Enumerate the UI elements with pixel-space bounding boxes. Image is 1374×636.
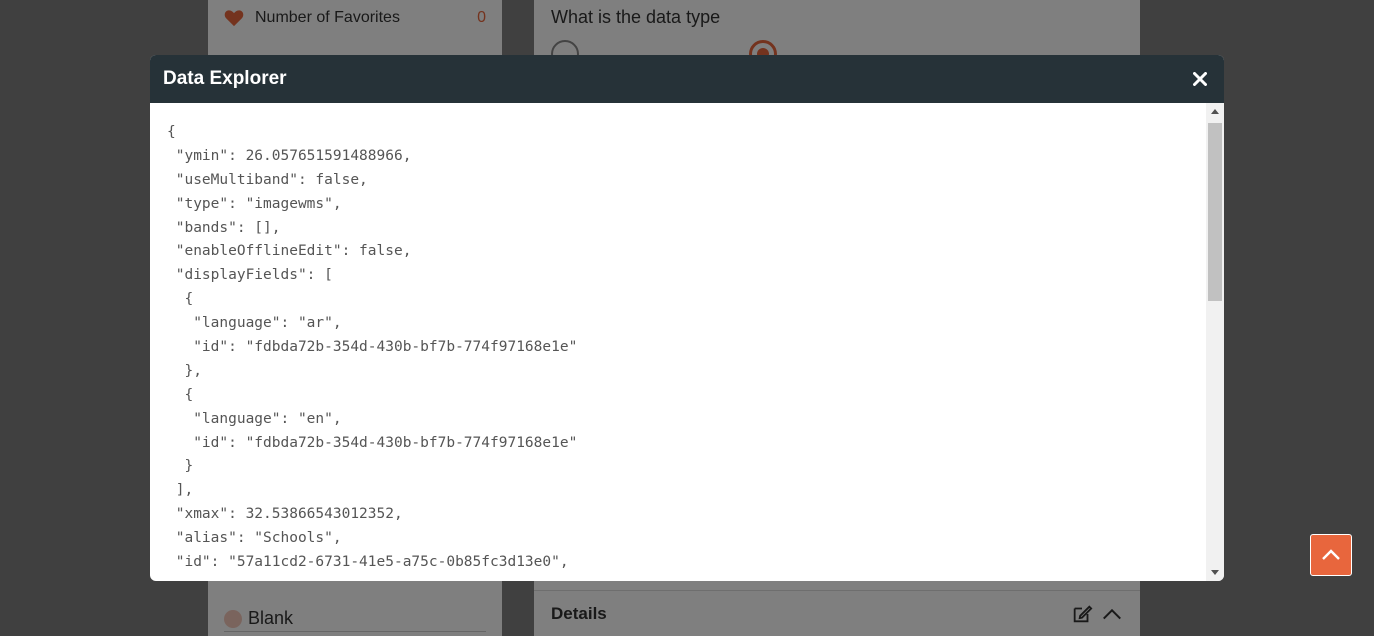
json-line: "enableOfflineEdit": false, bbox=[167, 243, 412, 260]
json-line: "id": "fdbda72b-354d-430b-bf7b-774f97168… bbox=[167, 434, 578, 451]
data-explorer-modal: Data Explorer { "ymin": 26.0576515914889… bbox=[150, 55, 1224, 581]
json-line: { bbox=[167, 386, 194, 403]
json-line: } bbox=[167, 458, 194, 475]
modal-header: Data Explorer bbox=[150, 55, 1224, 103]
chevron-up-icon bbox=[1322, 549, 1340, 560]
json-line: "useMultiband": false, bbox=[167, 171, 368, 188]
close-icon bbox=[1193, 72, 1207, 86]
json-line: }, bbox=[167, 362, 202, 379]
json-line: { bbox=[167, 124, 176, 140]
json-viewer[interactable]: { "ymin": 26.057651591488966, "useMultib… bbox=[150, 103, 1206, 581]
close-button[interactable] bbox=[1190, 69, 1210, 89]
json-line: "alias": "Schools", bbox=[167, 530, 342, 547]
json-line: "ymin": 26.057651591488966, bbox=[167, 147, 412, 164]
json-line: "id": "fdbda72b-354d-430b-bf7b-774f97168… bbox=[167, 339, 578, 356]
scroll-down-arrow-icon[interactable] bbox=[1206, 564, 1224, 581]
json-line: "type": "imagewms", bbox=[167, 195, 342, 212]
modal-body: { "ymin": 26.057651591488966, "useMultib… bbox=[150, 103, 1224, 581]
json-line: { bbox=[167, 291, 194, 308]
json-line: "displayFields": [ bbox=[167, 267, 333, 284]
scroll-thumb[interactable] bbox=[1208, 123, 1222, 301]
back-to-top-button[interactable] bbox=[1310, 534, 1352, 576]
scroll-up-arrow-icon[interactable] bbox=[1206, 103, 1224, 120]
vertical-scrollbar[interactable] bbox=[1206, 103, 1224, 581]
json-line: "xmax": 32.53866543012352, bbox=[167, 506, 403, 523]
json-line: "id": "57a11cd2-6731-41e5-a75c-0b85fc3d1… bbox=[167, 554, 569, 571]
json-line: "language": "ar", bbox=[167, 315, 342, 332]
modal-title: Data Explorer bbox=[163, 68, 287, 89]
json-line: ], bbox=[167, 482, 194, 499]
json-line: "language": "en", bbox=[167, 410, 342, 427]
json-line: "bands": [], bbox=[167, 219, 281, 236]
